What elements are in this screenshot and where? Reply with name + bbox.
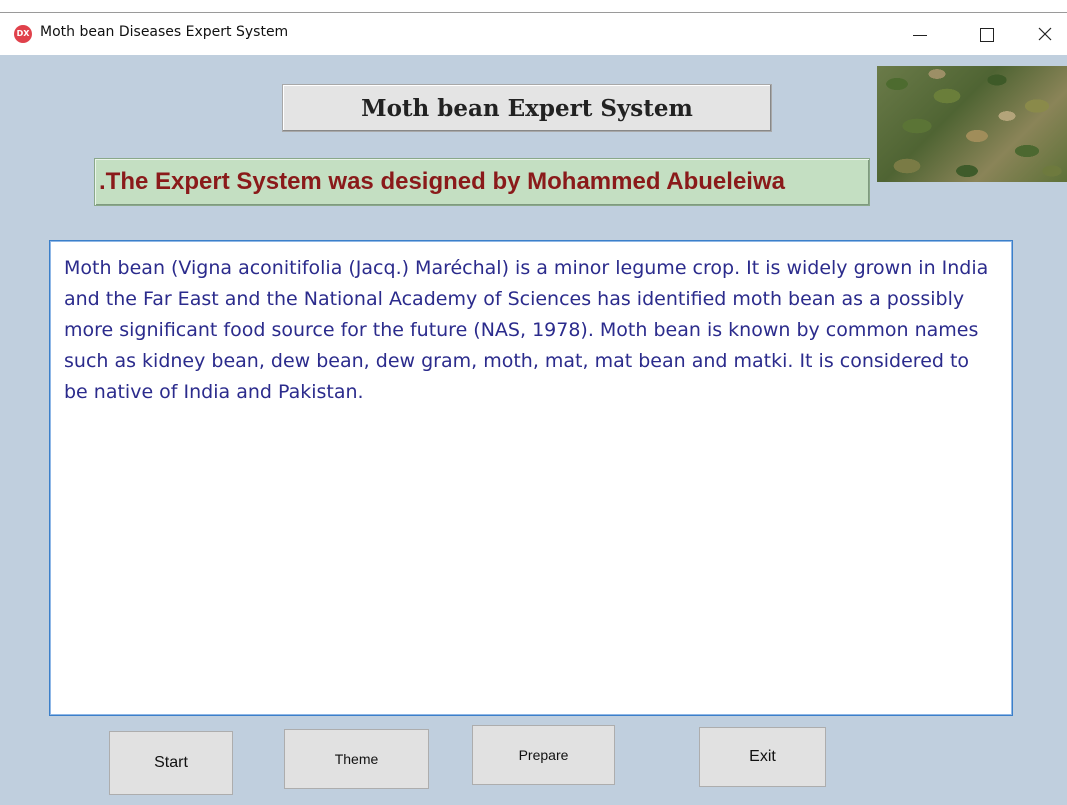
- title-bar: DX Moth bean Diseases Expert System: [0, 13, 1067, 55]
- theme-button[interactable]: Theme: [284, 729, 429, 789]
- crop-field-photo: [877, 66, 1067, 182]
- credit-banner: .The Expert System was designed by Moham…: [94, 158, 870, 206]
- screen-top-edge: [0, 0, 1067, 13]
- header-title-button[interactable]: Moth bean Expert System: [282, 84, 772, 132]
- close-icon: [1038, 27, 1052, 41]
- app-icon: DX: [14, 25, 32, 43]
- window-client-area: Moth bean Expert System .The Expert Syst…: [0, 55, 1067, 805]
- start-button[interactable]: Start: [109, 731, 233, 795]
- close-button[interactable]: [1021, 13, 1067, 55]
- prepare-button[interactable]: Prepare: [472, 725, 615, 785]
- maximize-button[interactable]: [964, 13, 1010, 55]
- minimize-button[interactable]: [897, 13, 943, 55]
- exit-button[interactable]: Exit: [699, 727, 826, 787]
- window-title: Moth bean Diseases Expert System: [40, 24, 289, 40]
- description-text: Moth bean (Vigna aconitifolia (Jacq.) Ma…: [64, 257, 989, 403]
- description-textarea[interactable]: Moth bean (Vigna aconitifolia (Jacq.) Ma…: [49, 240, 1013, 716]
